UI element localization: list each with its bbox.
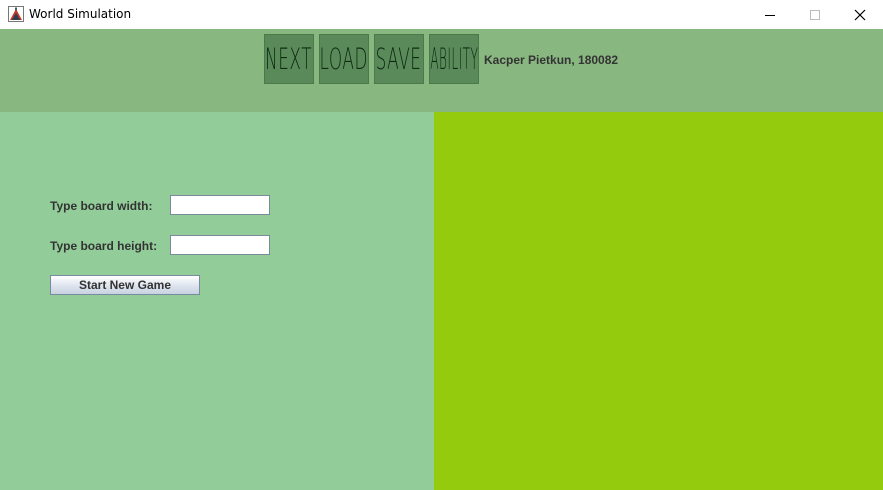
close-button[interactable] (837, 0, 883, 29)
next-button[interactable]: NEXT (264, 34, 314, 84)
next-button-label: NEXT (265, 42, 313, 76)
window-title: World Simulation (29, 7, 132, 21)
save-button[interactable]: SAVE (374, 34, 424, 84)
close-icon (854, 9, 866, 20)
toolbar-panel: NEXT LOAD SAVE ABILITY Kacper Pietkun, 1… (0, 29, 883, 112)
maximize-icon (810, 9, 820, 20)
java-app-icon (8, 6, 24, 22)
start-new-game-button[interactable]: Start New Game (50, 275, 200, 295)
board-width-label: Type board width: (50, 199, 153, 213)
load-button[interactable]: LOAD (319, 34, 369, 84)
title-bar[interactable]: World Simulation (0, 0, 883, 29)
load-button-label: LOAD (319, 42, 369, 76)
author-label: Kacper Pietkun, 180082 (484, 53, 619, 67)
board-panel[interactable] (434, 112, 883, 490)
board-width-input[interactable] (170, 195, 270, 215)
new-game-form-panel: Type board width: Type board height: Sta… (0, 112, 434, 490)
board-height-input[interactable] (170, 235, 270, 255)
maximize-button[interactable] (792, 0, 838, 29)
ability-button-label: ABILITY (429, 42, 479, 76)
ability-button[interactable]: ABILITY (429, 34, 479, 84)
save-button-label: SAVE (376, 42, 422, 76)
minimize-icon (765, 14, 775, 16)
minimize-button[interactable] (747, 0, 793, 29)
board-height-label: Type board height: (50, 239, 158, 253)
